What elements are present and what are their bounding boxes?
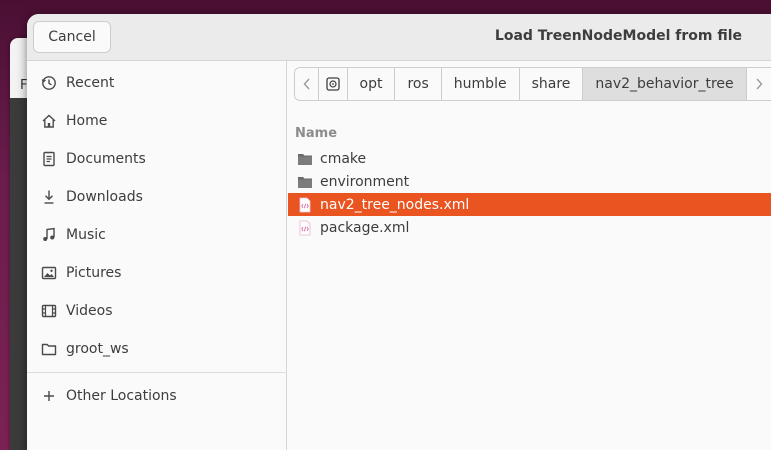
chevron-right-icon xyxy=(756,78,763,90)
file-name: package.xml xyxy=(320,219,410,236)
xml-file-icon xyxy=(299,220,311,235)
sidebar-item-label: Recent xyxy=(66,75,115,91)
column-header-name[interactable]: Name xyxy=(295,126,337,141)
path-scroll-right-button[interactable] xyxy=(746,68,771,100)
sidebar-item-label: Videos xyxy=(66,303,113,319)
sidebar-item-downloads[interactable]: Downloads xyxy=(27,178,287,216)
file-browser: opt ros humble share nav2_behavior_tree … xyxy=(288,61,771,450)
home-icon xyxy=(40,112,58,130)
sidebar-item-label: Music xyxy=(66,227,106,243)
file-row-cmake[interactable]: cmake xyxy=(288,147,771,170)
path-segment-share[interactable]: share xyxy=(519,68,584,100)
sidebar-item-label: Documents xyxy=(66,151,146,167)
path-scroll-left-button[interactable] xyxy=(295,68,320,100)
sidebar-item-label: groot_ws xyxy=(66,341,129,357)
sidebar-item-groot-ws[interactable]: groot_ws xyxy=(27,330,287,368)
sidebar-item-label: Downloads xyxy=(66,189,143,205)
document-icon xyxy=(40,150,58,168)
xml-file-icon xyxy=(299,197,311,212)
plus-icon xyxy=(40,387,58,405)
disk-drive-icon xyxy=(326,77,340,91)
film-icon xyxy=(40,302,58,320)
picture-icon xyxy=(40,264,58,282)
chevron-left-icon xyxy=(303,78,310,90)
places-sidebar: Recent Home Documents Downloads Music Pi… xyxy=(27,61,287,450)
path-segment-nav2-behavior-tree[interactable]: nav2_behavior_tree xyxy=(583,68,747,100)
download-icon xyxy=(40,188,58,206)
sidebar-item-label: Home xyxy=(66,113,108,129)
folder-icon xyxy=(298,153,312,165)
file-chooser-dialog: Cancel Load TreenNodeModel from file Rec… xyxy=(27,14,771,450)
file-row-nav2-tree-nodes-xml[interactable]: nav2_tree_nodes.xml xyxy=(288,193,771,216)
folder-icon xyxy=(40,340,58,358)
sidebar-item-home[interactable]: Home xyxy=(27,102,287,140)
path-segment-ros[interactable]: ros xyxy=(395,68,442,100)
file-row-environment[interactable]: environment xyxy=(288,170,771,193)
sidebar-item-recent[interactable]: Recent xyxy=(27,64,287,102)
sidebar-separator xyxy=(27,372,287,373)
sidebar-item-pictures[interactable]: Pictures xyxy=(27,254,287,292)
file-name: cmake xyxy=(320,150,367,167)
sidebar-item-music[interactable]: Music xyxy=(27,216,287,254)
sidebar-item-documents[interactable]: Documents xyxy=(27,140,287,178)
clock-icon xyxy=(40,74,58,92)
path-bar: opt ros humble share nav2_behavior_tree xyxy=(294,67,771,101)
path-segment-root[interactable] xyxy=(319,68,348,100)
sidebar-item-videos[interactable]: Videos xyxy=(27,292,287,330)
folder-icon xyxy=(298,176,312,188)
file-row-package-xml[interactable]: package.xml xyxy=(288,216,771,239)
sidebar-item-label: Pictures xyxy=(66,265,122,281)
cancel-button[interactable]: Cancel xyxy=(33,21,111,53)
dialog-title: Load TreenNodeModel from file xyxy=(494,28,742,44)
file-name: nav2_tree_nodes.xml xyxy=(320,196,470,213)
sidebar-item-other-locations[interactable]: Other Locations xyxy=(27,377,287,415)
sidebar-item-label: Other Locations xyxy=(66,388,177,404)
music-note-icon xyxy=(40,226,58,244)
path-segment-opt[interactable]: opt xyxy=(347,68,396,100)
path-segment-humble[interactable]: humble xyxy=(441,68,520,100)
dialog-headerbar: Cancel Load TreenNodeModel from file xyxy=(27,14,771,61)
file-name: environment xyxy=(320,173,410,190)
